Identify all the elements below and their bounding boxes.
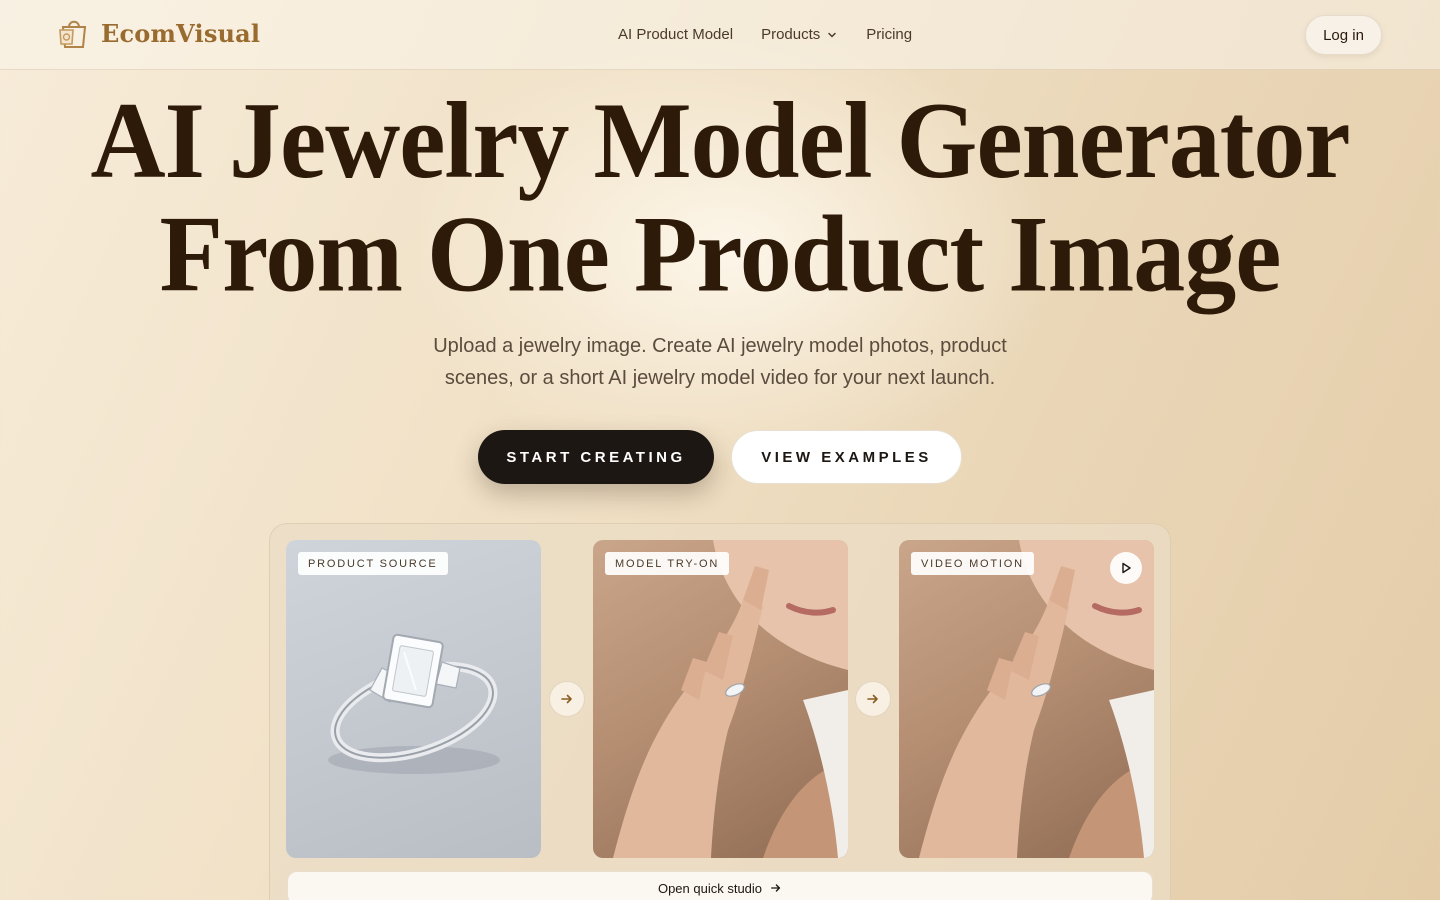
arrow-right-icon — [855, 681, 891, 717]
start-creating-button[interactable]: START CREATING — [478, 430, 714, 484]
brand-name: EcomVisual — [101, 18, 261, 48]
view-examples-button[interactable]: VIEW EXAMPLES — [731, 430, 962, 484]
nav-item-ai-product-model[interactable]: AI Product Model — [618, 26, 733, 43]
model-hand-ring-image — [613, 540, 848, 858]
site-header: EcomVisual AI Product Model Products Pri… — [0, 0, 1440, 70]
nav-item-label: Pricing — [866, 26, 913, 43]
model-video-frame-image — [919, 540, 1154, 858]
nav-item-label: Products — [761, 26, 821, 43]
hero-title: AI Jewelry Model Generator From One Prod… — [0, 80, 1440, 315]
hero-title-line-1: AI Jewelry Model Generator — [90, 80, 1350, 202]
main-nav: AI Product Model Products Pricing — [618, 26, 912, 43]
shopping-bag-logo-icon — [59, 20, 87, 48]
hero-title-line-2: From One Product Image — [159, 193, 1282, 315]
hero-subtitle-line-2: scenes, or a short AI jewelry model vide… — [444, 367, 996, 389]
studio-label: Open quick studio — [657, 880, 763, 896]
brand-logo[interactable]: EcomVisual — [57, 16, 260, 50]
login-button[interactable]: Log in — [1305, 15, 1382, 55]
open-quick-studio-button[interactable]: Open quick studio — [287, 871, 1153, 900]
nav-item-label: AI Product Model — [618, 26, 734, 43]
hero-subtitle: Upload a jewelry image. Create AI jewelr… — [390, 330, 1050, 394]
arrow-right-icon — [771, 884, 781, 892]
card-label-product-source: PRODUCT SOURCE — [298, 552, 448, 575]
hero-subtitle-line-1: Upload a jewelry image. Create AI jewelr… — [433, 335, 1007, 357]
nav-item-pricing[interactable]: Pricing — [866, 26, 912, 43]
chevron-down-icon — [828, 32, 837, 38]
ring-product-image — [328, 633, 500, 774]
play-button[interactable] — [1110, 552, 1142, 584]
play-icon — [1122, 562, 1131, 574]
arrow-right-icon — [549, 681, 585, 717]
nav-item-products[interactable]: Products — [761, 26, 838, 43]
product-source-card[interactable]: PRODUCT SOURCE — [286, 540, 541, 858]
model-try-on-card[interactable]: MODEL TRY-ON — [593, 540, 848, 858]
video-motion-card[interactable]: VIDEO MOTION — [899, 540, 1154, 858]
card-label-video-motion: VIDEO MOTION — [911, 552, 1034, 575]
card-label-model-try-on: MODEL TRY-ON — [605, 552, 730, 575]
